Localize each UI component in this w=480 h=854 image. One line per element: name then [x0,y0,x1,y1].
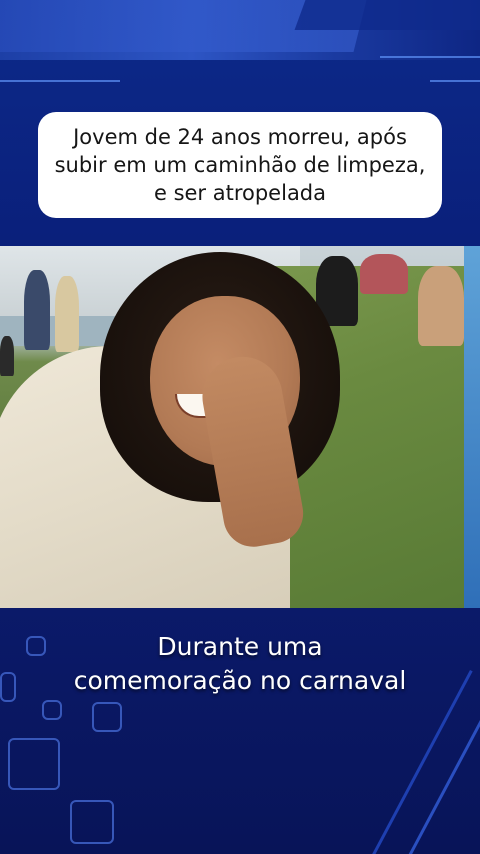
decorative-line [430,80,480,82]
decorative-square [42,700,62,720]
background-person [418,266,464,346]
decorative-line [0,80,120,82]
background-person [24,270,50,350]
top-decorative-shape-dark [294,0,480,30]
caption: Durante uma comemoração no carnaval [0,630,480,698]
video-frame: Jovem de 24 anos morreu, após subir em u… [0,0,480,854]
background-person [0,336,14,376]
decorative-square [70,800,114,844]
caption-line-2: comemoração no carnaval [73,666,407,695]
headline-text: Jovem de 24 anos morreu, após subir em u… [54,125,426,205]
decorative-diagonal [404,720,480,854]
headline-box: Jovem de 24 anos morreu, após subir em u… [38,112,442,218]
decorative-square [26,636,46,656]
decorative-square [8,738,60,790]
news-photo [0,246,464,608]
background-person [55,276,79,352]
photo-side-strip [464,246,480,608]
decorative-square [92,702,122,732]
caption-line-1: Durante uma [157,632,323,661]
decorative-square [0,672,16,702]
background-person [360,254,408,294]
decorative-line [380,56,480,58]
